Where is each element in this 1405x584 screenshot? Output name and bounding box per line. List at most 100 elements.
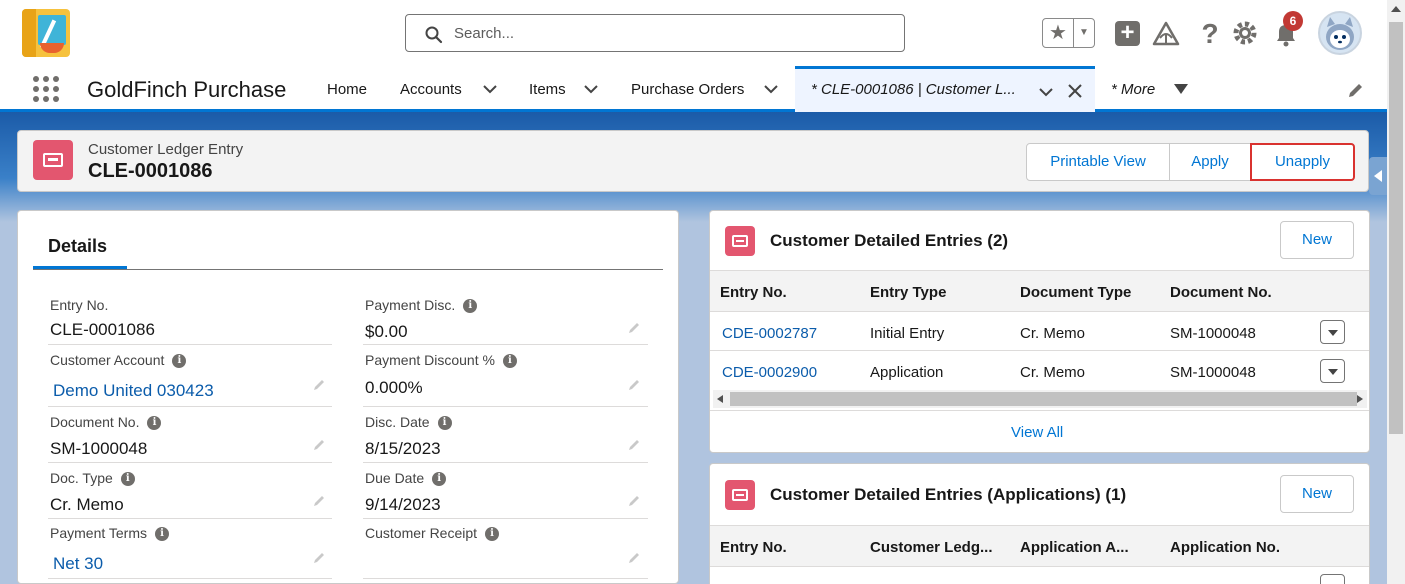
pencil-icon[interactable]: [1347, 81, 1365, 99]
field-label-payment-terms: Payment Terms i: [50, 525, 169, 542]
nav-item-purchase-orders[interactable]: Purchase Orders: [631, 81, 744, 98]
pencil-icon[interactable]: [313, 493, 327, 507]
pencil-icon[interactable]: [313, 437, 327, 451]
field-divider: [48, 344, 332, 345]
view-all-link[interactable]: View All: [1011, 424, 1063, 441]
app-logo[interactable]: [22, 9, 70, 57]
row-divider: [710, 410, 1369, 411]
field-divider: [363, 578, 648, 579]
field-label-document-no: Document No. i: [50, 414, 162, 431]
chevron-down-icon[interactable]: [582, 80, 600, 98]
field-label-doc-type: Doc. Type i: [50, 470, 135, 487]
ledger-entry-icon: [33, 140, 73, 180]
side-panel-toggle[interactable]: [1369, 157, 1387, 195]
nav-more[interactable]: * More: [1111, 81, 1155, 98]
info-icon[interactable]: i: [502, 354, 517, 369]
info-icon[interactable]: i: [432, 472, 447, 487]
pencil-icon[interactable]: [628, 493, 642, 507]
app-name: GoldFinch Purchase: [87, 77, 287, 102]
info-icon[interactable]: i: [172, 354, 187, 369]
table-cell: Initial Entry: [870, 325, 945, 342]
row-divider: [710, 350, 1369, 351]
info-icon[interactable]: i: [463, 299, 478, 314]
tab-details[interactable]: Details: [48, 236, 107, 257]
gear-icon[interactable]: [1232, 20, 1260, 48]
pencil-icon[interactable]: [628, 437, 642, 451]
nav-item-home[interactable]: Home: [327, 81, 367, 98]
page-scrollbar[interactable]: [1387, 0, 1405, 584]
field-divider: [48, 518, 332, 519]
field-value-payment-disc: $0.00: [365, 322, 408, 341]
column-header[interactable]: Entry No.: [720, 284, 787, 301]
pencil-icon[interactable]: [313, 377, 327, 391]
row-actions-menu[interactable]: [1320, 359, 1345, 383]
app-launcher-icon[interactable]: [33, 76, 59, 102]
column-header[interactable]: Application No.: [1170, 539, 1280, 556]
table-cell: Cr. Memo: [1020, 364, 1086, 381]
field-label-payment-discount-pct: Payment Discount % i: [365, 352, 517, 369]
avatar[interactable]: [1318, 11, 1362, 55]
help-icon[interactable]: ?: [1196, 20, 1224, 48]
field-divider: [363, 406, 648, 407]
row-actions-menu[interactable]: [1320, 574, 1345, 584]
field-label-disc-date: Disc. Date i: [365, 414, 452, 431]
field-value-document-no: SM-1000048: [50, 439, 148, 458]
field-divider: [48, 462, 332, 463]
column-header[interactable]: Entry Type: [870, 284, 946, 301]
chevron-down-icon[interactable]: [762, 80, 780, 98]
field-label-customer-receipt: Customer Receipt i: [365, 525, 500, 542]
column-header[interactable]: Application A...: [1020, 539, 1129, 556]
new-button[interactable]: New: [1280, 475, 1354, 513]
info-icon[interactable]: i: [485, 527, 500, 542]
caret-down-icon[interactable]: [1173, 83, 1189, 95]
tab-label: * CLE-0001086 | Customer L...: [811, 81, 1016, 98]
related-list-title[interactable]: Customer Detailed Entries (2): [770, 231, 1008, 251]
chevron-down-icon[interactable]: [481, 80, 499, 98]
entry-link[interactable]: CDE-0002787: [722, 325, 817, 342]
entry-link[interactable]: CDE-0002900: [722, 364, 817, 381]
table-scrollbar[interactable]: [713, 390, 1367, 408]
global-actions-icon[interactable]: +: [1115, 21, 1140, 46]
pencil-icon[interactable]: [628, 377, 642, 391]
info-icon[interactable]: i: [147, 416, 162, 431]
customer-account-link[interactable]: Demo United 030423: [53, 381, 214, 401]
apply-button[interactable]: Apply: [1169, 143, 1251, 181]
row-actions-menu[interactable]: [1320, 320, 1345, 344]
field-label-due-date: Due Date i: [365, 470, 447, 487]
favorites-button[interactable]: ★ ▼: [1042, 18, 1095, 48]
close-icon[interactable]: [1067, 83, 1083, 99]
ledger-entry-icon: [725, 480, 755, 510]
new-button[interactable]: New: [1280, 221, 1354, 259]
field-divider: [48, 406, 332, 407]
payment-terms-link[interactable]: Net 30: [53, 554, 103, 574]
record-type: Customer Ledger Entry: [88, 141, 244, 158]
unapply-button[interactable]: Unapply: [1250, 143, 1355, 181]
trailhead-icon[interactable]: [1152, 20, 1180, 48]
info-icon[interactable]: i: [437, 416, 452, 431]
pencil-icon[interactable]: [628, 550, 642, 564]
search-input[interactable]: Search...: [405, 14, 905, 52]
related-list-title[interactable]: Customer Detailed Entries (Applications)…: [770, 485, 1126, 505]
search-placeholder: Search...: [454, 25, 515, 42]
field-value-disc-date: 8/15/2023: [365, 439, 441, 458]
nav-item-items[interactable]: Items: [529, 81, 566, 98]
column-header[interactable]: Entry No.: [720, 539, 787, 556]
column-header[interactable]: Document Type: [1020, 284, 1131, 301]
printable-view-button[interactable]: Printable View: [1026, 143, 1170, 181]
column-header[interactable]: Customer Ledg...: [870, 539, 993, 556]
info-icon[interactable]: i: [155, 527, 169, 542]
ledger-entry-icon: [725, 226, 755, 256]
table-cell: SM-1000048: [1170, 325, 1256, 342]
table-cell: Application: [870, 364, 944, 381]
pencil-icon[interactable]: [313, 550, 327, 564]
info-icon[interactable]: i: [120, 472, 135, 487]
tab-active-record[interactable]: * CLE-0001086 | Customer L...: [795, 66, 1095, 112]
nav-item-accounts[interactable]: Accounts: [400, 81, 462, 98]
divider: [33, 269, 663, 270]
star-icon[interactable]: ★: [1043, 19, 1074, 47]
field-label-customer-account: Customer Account i: [50, 352, 187, 369]
chevron-down-icon[interactable]: [1037, 83, 1055, 101]
column-header[interactable]: Document No.: [1170, 284, 1272, 301]
pencil-icon[interactable]: [628, 320, 642, 334]
chevron-down-icon[interactable]: ▼: [1074, 19, 1094, 47]
